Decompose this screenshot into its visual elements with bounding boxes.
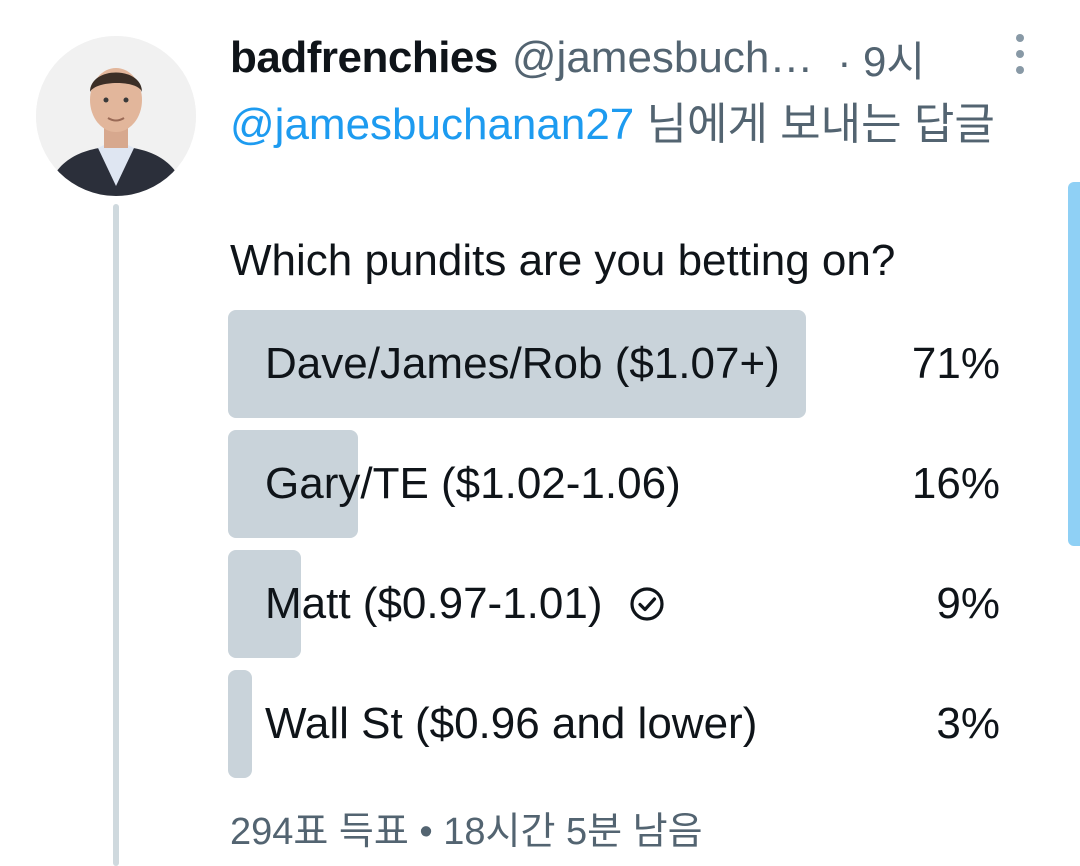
tweet-header: badfrenchies @jamesbuch… · 9시	[230, 30, 1050, 86]
scroll-indicator[interactable]	[1068, 182, 1080, 546]
poll-option-label: Gary/TE ($1.02-1.06)	[265, 430, 681, 538]
tweet: badfrenchies @jamesbuch… · 9시 @jamesbuch…	[0, 0, 1080, 866]
author-display-name[interactable]: badfrenchies	[230, 33, 498, 83]
poll-result-bar	[228, 670, 252, 778]
poll-option-text: Wall St ($0.96 and lower)	[265, 699, 758, 748]
poll-option-percent: 71%	[911, 339, 1000, 388]
poll-option: Gary/TE ($1.02-1.06) 16%	[228, 430, 1000, 538]
author-handle[interactable]: @jamesbuch…	[512, 33, 813, 83]
poll-option: Matt ($0.97-1.01) 9%	[228, 550, 1000, 658]
more-options-icon[interactable]	[1008, 34, 1032, 74]
poll-option-percent: 9%	[936, 579, 1000, 628]
reply-context: @jamesbuchanan27 님에게 보내는 답글	[230, 96, 1000, 154]
poll-option-label: Wall St ($0.96 and lower)	[265, 670, 757, 778]
kebab-dot	[1016, 34, 1024, 42]
poll-option-percent: 3%	[936, 699, 1000, 748]
poll-option: Wall St ($0.96 and lower) 3%	[228, 670, 1000, 778]
thread-connector-line	[113, 204, 119, 866]
voted-check-icon	[629, 586, 665, 622]
profile-photo-icon	[36, 36, 196, 196]
tweet-timestamp[interactable]: · 9시	[837, 28, 925, 89]
poll-footer: 294표 득표 • 18시간 5분 남음	[230, 811, 703, 853]
tweet-text: Which pundits are you betting on?	[230, 236, 896, 285]
reply-mention-link[interactable]: @jamesbuchanan27	[230, 100, 634, 149]
reply-context-text: 님에게 보내는 답글	[634, 100, 995, 149]
avatar[interactable]	[36, 36, 196, 196]
poll-option-label: Dave/James/Rob ($1.07+)	[265, 310, 780, 418]
poll-option-percent: 16%	[911, 459, 1000, 508]
kebab-dot	[1016, 66, 1024, 74]
poll-option-text: Matt ($0.97-1.01)	[265, 579, 603, 628]
kebab-dot	[1016, 50, 1024, 58]
poll-option: Dave/James/Rob ($1.07+) 71%	[228, 310, 1000, 418]
poll-option-text: Dave/James/Rob ($1.07+)	[265, 339, 780, 388]
poll-option-text: Gary/TE ($1.02-1.06)	[265, 459, 681, 508]
poll: Dave/James/Rob ($1.07+) 71% Gary/TE ($1.…	[228, 310, 1000, 790]
poll-option-label: Matt ($0.97-1.01)	[265, 550, 665, 658]
